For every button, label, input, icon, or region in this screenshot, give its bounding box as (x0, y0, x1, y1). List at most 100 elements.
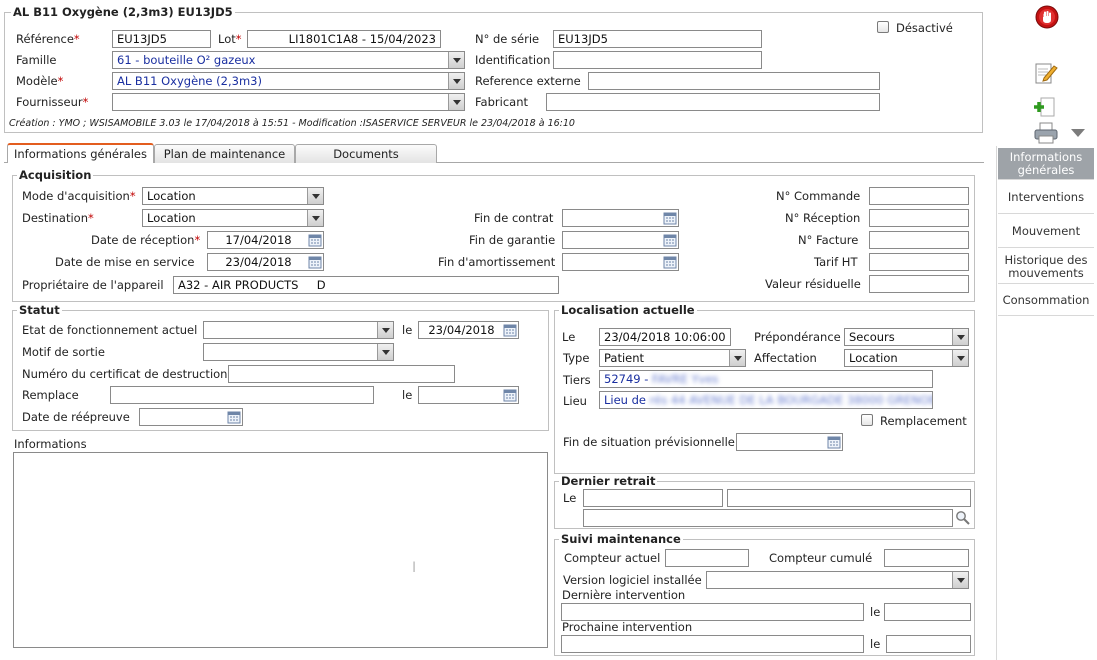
commande-input[interactable] (869, 187, 969, 205)
sidebar-item-mouvement[interactable]: Mouvement (998, 216, 1094, 248)
date-reception-input[interactable]: 17/04/2018 (207, 231, 324, 249)
retrait-le-label: Le (563, 491, 577, 505)
fabricant-input[interactable] (546, 93, 880, 111)
sidebar-item-interventions[interactable]: Interventions (998, 182, 1094, 214)
tarif-input[interactable] (869, 253, 969, 271)
calendar-icon[interactable] (308, 233, 322, 247)
fin-contrat-input[interactable] (562, 209, 679, 227)
retrait-info-input[interactable] (727, 489, 971, 507)
search-icon[interactable] (955, 510, 971, 526)
chevron-down-icon[interactable] (729, 350, 745, 366)
remplace-input[interactable] (110, 386, 374, 404)
calendar-icon[interactable] (663, 233, 677, 247)
type-select[interactable]: Patient (599, 349, 746, 367)
etat-select[interactable] (203, 321, 394, 339)
add-icon[interactable] (1033, 96, 1057, 118)
prochaine-intervention-input[interactable] (561, 635, 864, 653)
chevron-down-icon[interactable] (307, 210, 323, 226)
sidebar-item-consommation[interactable]: Consommation (998, 286, 1094, 316)
reepreuve-label: Date de réépreuve (22, 410, 130, 424)
tiers-value: 52749 - (604, 372, 649, 386)
certificat-input[interactable] (228, 365, 455, 383)
tiers-label: Tiers (563, 373, 591, 387)
mode-acquisition-select[interactable]: Location (142, 187, 324, 205)
calendar-icon[interactable] (227, 410, 241, 424)
remplacement-checkbox[interactable] (861, 414, 873, 426)
sidebar-item-historique-mouvements[interactable]: Historique des mouvements (998, 250, 1094, 284)
lieu-redacted: rés 44 AVENUE DE LA BOURGADE 38000 GRENO… (649, 393, 933, 407)
calendar-icon[interactable] (503, 323, 517, 337)
fin-amortissement-label: Fin d'amortissement (438, 255, 556, 269)
fin-amortissement-input[interactable] (562, 253, 679, 271)
remplace-date-input[interactable] (418, 386, 519, 404)
lot-input[interactable]: LI1801C1A8 - 15/04/2023 (247, 30, 441, 48)
lieu-input[interactable]: Lieu de rés 44 AVENUE DE LA BOURGADE 380… (599, 391, 933, 409)
affectation-value: Location (849, 351, 898, 365)
chevron-down-icon[interactable] (952, 350, 968, 366)
reepreuve-input[interactable] (139, 408, 243, 426)
affectation-select[interactable]: Location (844, 349, 969, 367)
chevron-down-icon[interactable] (952, 329, 968, 345)
chevron-down-icon[interactable] (448, 94, 464, 110)
date-service-input[interactable]: 23/04/2018 (207, 253, 324, 271)
chevron-down-icon[interactable] (307, 188, 323, 204)
facture-input[interactable] (869, 231, 969, 249)
loc-date-input[interactable]: 23/04/2018 10:06:00 (599, 328, 731, 346)
chevron-down-icon[interactable] (448, 52, 464, 68)
proprietaire-input[interactable]: A32 - AIR PRODUCTS D (173, 276, 559, 294)
modele-select[interactable]: AL B11 Oxygène (2,3m3) (112, 72, 465, 90)
chevron-down-icon[interactable] (952, 572, 968, 588)
destination-label: Destination* (22, 211, 94, 225)
derniere-date-input[interactable] (884, 603, 971, 621)
chevron-down-icon[interactable] (448, 73, 464, 89)
serie-input[interactable]: EU13JD5 (553, 30, 762, 48)
fin-contrat-label: Fin de contrat (474, 211, 554, 225)
calendar-icon[interactable] (663, 211, 677, 225)
stop-icon[interactable] (1035, 5, 1059, 29)
desactive-checkbox[interactable] (877, 21, 889, 33)
reference-input[interactable]: EU13JD5 (112, 30, 211, 48)
dernier-retrait-legend: Dernier retrait (559, 474, 658, 488)
calendar-icon[interactable] (308, 255, 322, 269)
print-icon[interactable] (1032, 122, 1060, 144)
dropdown-arrow-icon[interactable] (1071, 129, 1085, 137)
mode-acquisition-label: Mode d'acquisition* (22, 189, 136, 203)
compteur-actuel-input[interactable] (665, 549, 749, 567)
informations-textarea[interactable]: I (13, 452, 548, 648)
sidebar-item-informations-generales[interactable]: Informations générales (998, 148, 1094, 180)
chevron-down-icon[interactable] (377, 344, 393, 360)
motif-label: Motif de sortie (22, 345, 105, 359)
motif-select[interactable] (203, 343, 394, 361)
fournisseur-label: Fournisseur* (16, 95, 89, 109)
preponderance-select[interactable]: Secours (844, 328, 969, 346)
tab-documents[interactable]: Documents (295, 144, 437, 163)
version-select[interactable] (706, 571, 969, 589)
ref-externe-input[interactable] (588, 72, 880, 90)
famille-select[interactable]: 61 - bouteille O² gazeux (112, 51, 465, 69)
valeur-residuelle-input[interactable] (869, 275, 969, 293)
fin-situation-input[interactable] (736, 433, 843, 451)
reception-number-input[interactable] (869, 209, 969, 227)
retrait-search-input[interactable] (583, 509, 953, 527)
edit-icon[interactable] (1033, 61, 1059, 85)
chevron-down-icon[interactable] (377, 322, 393, 338)
tab-informations-generales[interactable]: Informations générales (7, 143, 154, 163)
fin-garantie-input[interactable] (562, 231, 679, 249)
prochaine-le-label: le (870, 637, 881, 651)
type-value: Patient (604, 351, 645, 365)
suivi-legend: Suivi maintenance (559, 532, 683, 546)
date-reception-label: Date de réception* (91, 233, 201, 247)
calendar-icon[interactable] (503, 388, 517, 402)
prochaine-date-input[interactable] (886, 635, 971, 653)
lieu-label: Lieu (563, 394, 587, 408)
destination-select[interactable]: Location (142, 209, 324, 227)
retrait-date-input[interactable] (583, 489, 723, 507)
tiers-input[interactable]: 52749 - FAVRE Yves (599, 370, 933, 388)
calendar-icon[interactable] (827, 435, 841, 449)
compteur-cumule-input[interactable] (884, 549, 969, 567)
fournisseur-select[interactable] (112, 93, 465, 111)
etat-date-input[interactable]: 23/04/2018 (418, 321, 519, 339)
tab-plan-maintenance[interactable]: Plan de maintenance (154, 144, 295, 163)
calendar-icon[interactable] (663, 255, 677, 269)
identification-input[interactable] (553, 51, 762, 69)
